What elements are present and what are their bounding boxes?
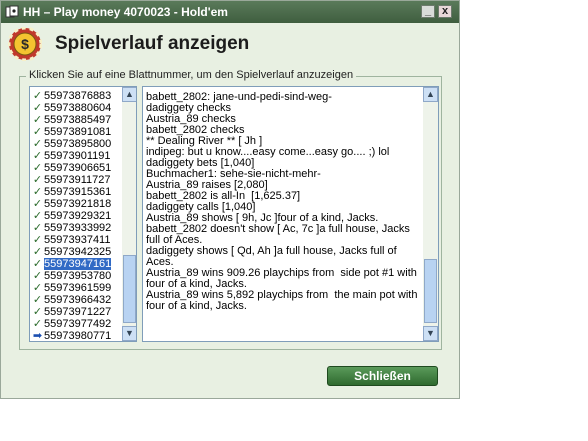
check-icon: ✓: [32, 246, 43, 258]
hand-number: 55973895800: [44, 138, 112, 150]
check-icon: ✓: [32, 210, 43, 222]
history-line: Austria_89 wins 5,892 playchips from the…: [146, 289, 421, 312]
hand-number: 55973906651: [44, 162, 112, 174]
hand-number: 55973980771: [44, 330, 112, 342]
close-button[interactable]: Schließen: [327, 366, 438, 386]
history-scroll-up-button[interactable]: ▲: [423, 87, 438, 102]
hand-number: 55973891081: [44, 126, 112, 138]
hand-list-item[interactable]: ✓ 55973971227: [31, 306, 123, 318]
check-icon: ✓: [32, 186, 43, 198]
history-lines: babett_2802: jane-und-pedi-sind-weg-dadi…: [146, 92, 421, 312]
hand-number: 55973971227: [44, 306, 112, 318]
check-icon: ✓: [32, 270, 43, 282]
page-title: Spielverlauf anzeigen: [55, 33, 250, 54]
hand-list-item[interactable]: ✓ 55973942325: [31, 246, 123, 258]
logo-glyph: $: [21, 36, 29, 52]
scroll-up-button[interactable]: ▲: [122, 87, 136, 102]
scroll-thumb[interactable]: [123, 255, 136, 323]
hand-list-item[interactable]: ✓ 55973933992: [31, 222, 123, 234]
title-bar[interactable]: HH – Play money 4070023 - Hold'em _ x: [1, 1, 459, 23]
hand-number: 55973947161: [44, 258, 112, 270]
hand-number: 55973929321: [44, 210, 112, 222]
check-icon: ✓: [32, 102, 43, 114]
hand-list-item[interactable]: ✓ 55973929321: [31, 210, 123, 222]
hand-list-item[interactable]: ✓ 55973885497: [31, 114, 123, 126]
check-icon: ✓: [32, 90, 43, 102]
hand-number: 55973885497: [44, 114, 112, 126]
check-icon: ✓: [32, 126, 43, 138]
check-icon: ✓: [32, 198, 43, 210]
check-icon: ✓: [32, 150, 43, 162]
hand-number: 55973933992: [44, 222, 112, 234]
group-label: Klicken Sie auf eine Blattnummer, um den…: [26, 69, 357, 81]
hand-list-item[interactable]: ➡ 55973980771: [31, 330, 123, 342]
hand-list-item[interactable]: ✓ 55973961599: [31, 282, 123, 294]
hand-history-text[interactable]: babett_2802: jane-und-pedi-sind-weg-dadi…: [142, 86, 439, 342]
check-icon: ✓: [32, 234, 43, 246]
arrow-right-icon: ➡: [32, 330, 43, 342]
hand-list-item[interactable]: ✓ 55973911727: [31, 174, 123, 186]
history-line: Austria_89 wins 909.26 playchips from si…: [146, 267, 420, 290]
hand-list-item[interactable]: ✓ 55973895800: [31, 138, 123, 150]
hand-list-item[interactable]: ✓ 55973977492: [31, 318, 123, 330]
check-icon: ✓: [32, 318, 43, 330]
hand-number: 55973977492: [44, 318, 112, 330]
hand-number: 55973942325: [44, 246, 112, 258]
cards-app-icon: [5, 5, 19, 18]
hand-number: 55973876883: [44, 90, 112, 102]
hand-list-item[interactable]: ✓ 55973921818: [31, 198, 123, 210]
check-icon: ✓: [32, 138, 43, 150]
hand-list-item[interactable]: ✓ 55973906651: [31, 162, 123, 174]
minimize-button[interactable]: _: [421, 5, 435, 18]
window-title: HH – Play money 4070023 - Hold'em: [23, 5, 228, 19]
check-icon: ✓: [32, 174, 43, 186]
history-line: babett_2802 doesn't show [ Ac, 7c ]a ful…: [146, 223, 413, 246]
check-icon: ✓: [32, 114, 43, 126]
check-icon: ✓: [32, 294, 43, 306]
check-icon: ✓: [32, 282, 43, 294]
hand-list-item[interactable]: ✓ 55973901191: [31, 150, 123, 162]
hand-number: 55973966432: [44, 294, 112, 306]
hand-number: 55973880604: [44, 102, 112, 114]
check-icon: ✓: [32, 306, 43, 318]
dollar-chip-logo-icon: $: [8, 27, 42, 61]
hand-number: 55973953780: [44, 270, 112, 282]
close-window-button[interactable]: x: [438, 5, 452, 18]
hand-number: 55973937411: [44, 234, 111, 246]
history-scroll-down-button[interactable]: ▼: [423, 326, 438, 341]
history-scroll-thumb[interactable]: [424, 259, 437, 323]
scroll-down-button[interactable]: ▼: [122, 326, 136, 341]
hand-number: 55973961599: [44, 282, 112, 294]
hand-list-item[interactable]: ✓ 55973891081: [31, 126, 123, 138]
check-icon: ✓: [32, 222, 43, 234]
hand-number: 55973915361: [44, 186, 112, 198]
hand-list-scrollbar[interactable]: ▲ ▼: [122, 87, 136, 341]
hand-list-item[interactable]: ✓ 55973915361: [31, 186, 123, 198]
hand-list-item[interactable]: ✓ 55973937411: [31, 234, 123, 246]
hand-list-item[interactable]: ✓ 55973876883: [31, 90, 123, 102]
history-scrollbar[interactable]: ▲ ▼: [423, 87, 438, 341]
hand-history-window: HH – Play money 4070023 - Hold'em _ x $ …: [0, 0, 460, 399]
check-icon: ✓: [32, 258, 43, 270]
hand-number: 55973921818: [44, 198, 112, 210]
hand-list-item[interactable]: ✓ 55973966432: [31, 294, 123, 306]
hand-number: 55973911727: [44, 174, 111, 186]
hand-number: 55973901191: [44, 150, 111, 162]
hand-list-item[interactable]: ✓ 55973880604: [31, 102, 123, 114]
history-line: dadiggety shows [ Qd, Ah ]a full house, …: [146, 245, 400, 268]
hand-list-item[interactable]: ✓ 55973947161: [31, 258, 123, 270]
check-icon: ✓: [32, 162, 43, 174]
hand-list-item[interactable]: ✓ 55973953780: [31, 270, 123, 282]
hand-number-list[interactable]: ✓ 55973876883 ✓ 55973880604 ✓ 55973885497 ✓ 559…: [29, 86, 137, 342]
